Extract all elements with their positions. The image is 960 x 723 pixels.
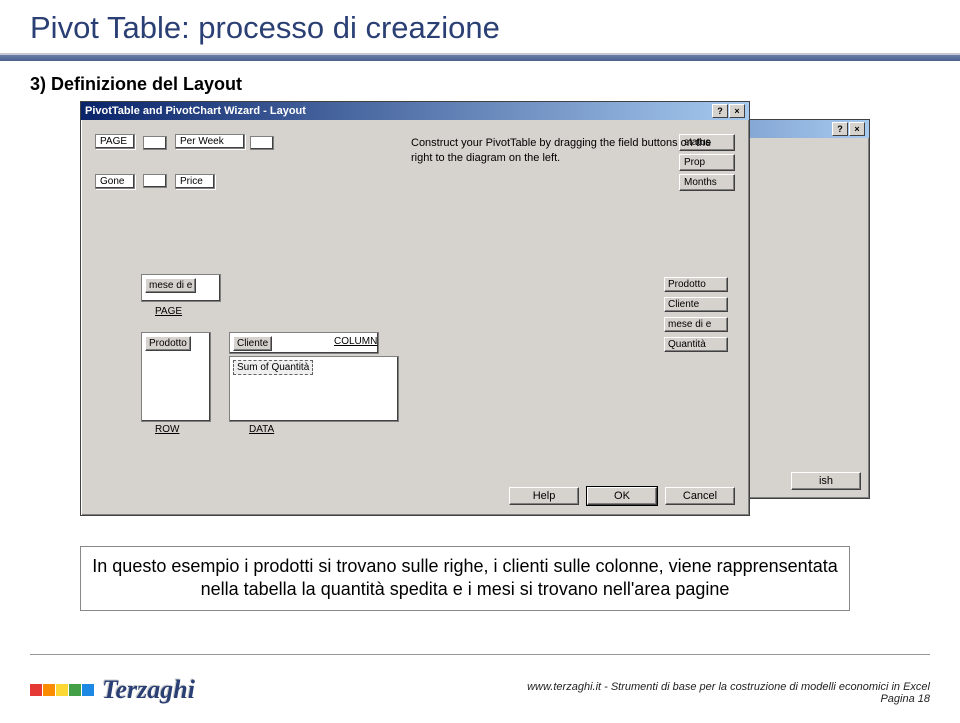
- column-label: COLUMN: [334, 336, 377, 347]
- title-bar: [0, 53, 960, 61]
- help-icon[interactable]: ?: [832, 122, 848, 136]
- field-prodotto[interactable]: Prodotto: [664, 277, 728, 292]
- data-drop-zone[interactable]: Sum of Quantità: [229, 356, 399, 422]
- explanation-box: In questo esempio i prodotti si trovano …: [80, 546, 850, 611]
- footer-line1: www.terzaghi.it - Strumenti di base per …: [527, 681, 930, 693]
- help-button[interactable]: Help: [509, 487, 579, 505]
- page-drop-zone[interactable]: mese di e: [141, 274, 221, 302]
- row-drop-zone[interactable]: Prodotto: [141, 332, 211, 422]
- front-dialog-titlebar[interactable]: PivotTable and PivotChart Wizard - Layou…: [81, 102, 749, 120]
- footer-page-number: Pagina 18: [527, 693, 930, 705]
- column-field-chip[interactable]: Cliente: [233, 336, 272, 351]
- instruction-text: Construct your PivotTable by dragging th…: [411, 136, 721, 166]
- diagram-row-label: Gone: [95, 174, 135, 189]
- mini-field-months[interactable]: Months: [679, 174, 735, 191]
- data-field-chip[interactable]: Sum of Quantità: [233, 360, 313, 375]
- row-label: ROW: [155, 424, 179, 435]
- field-quantita[interactable]: Quantità: [664, 337, 728, 352]
- footer-caption: www.terzaghi.it - Strumenti di base per …: [527, 681, 930, 705]
- logo-squares-icon: [30, 684, 94, 696]
- diagram-page-drop: [143, 136, 167, 150]
- diagram-col-drop: [250, 136, 274, 150]
- close-icon[interactable]: ×: [729, 104, 745, 118]
- diagram-legend: PAGE Per Week Gone Price: [95, 134, 295, 234]
- finish-button[interactable]: ish: [791, 472, 861, 490]
- data-label: DATA: [249, 424, 274, 435]
- field-cliente[interactable]: Cliente: [664, 297, 728, 312]
- ok-button[interactable]: OK: [587, 487, 657, 505]
- dialog-area: ? × ish PivotTable and PivotChart Wizard…: [80, 101, 880, 516]
- field-mese[interactable]: mese di e: [664, 317, 728, 332]
- diagram-page-label: PAGE: [95, 134, 135, 149]
- logo-text: Terzaghi: [102, 675, 195, 705]
- page-label: PAGE: [155, 306, 182, 317]
- diagram-col-label: Per Week: [175, 134, 245, 149]
- page-field-chip[interactable]: mese di e: [145, 278, 196, 293]
- page-title: Pivot Table: processo di creazione: [30, 10, 930, 46]
- diagram-row-drop: [143, 174, 167, 188]
- diagram-data-label: Price: [175, 174, 215, 189]
- footer-divider: [30, 654, 930, 655]
- wizard-layout-dialog: PivotTable and PivotChart Wizard - Layou…: [80, 101, 750, 516]
- row-field-chip[interactable]: Prodotto: [145, 336, 191, 351]
- step-subtitle: 3) Definizione del Layout: [30, 74, 930, 95]
- layout-drop-area: mese di e PAGE Prodotto ROW Cliente COLU…: [119, 274, 539, 434]
- cancel-button[interactable]: Cancel: [665, 487, 735, 505]
- footer-logo: Terzaghi: [30, 675, 195, 705]
- help-icon[interactable]: ?: [712, 104, 728, 118]
- dialog-title: PivotTable and PivotChart Wizard - Layou…: [85, 105, 306, 117]
- close-icon[interactable]: ×: [849, 122, 865, 136]
- field-list: Prodotto Cliente mese di e Quantità: [663, 276, 735, 353]
